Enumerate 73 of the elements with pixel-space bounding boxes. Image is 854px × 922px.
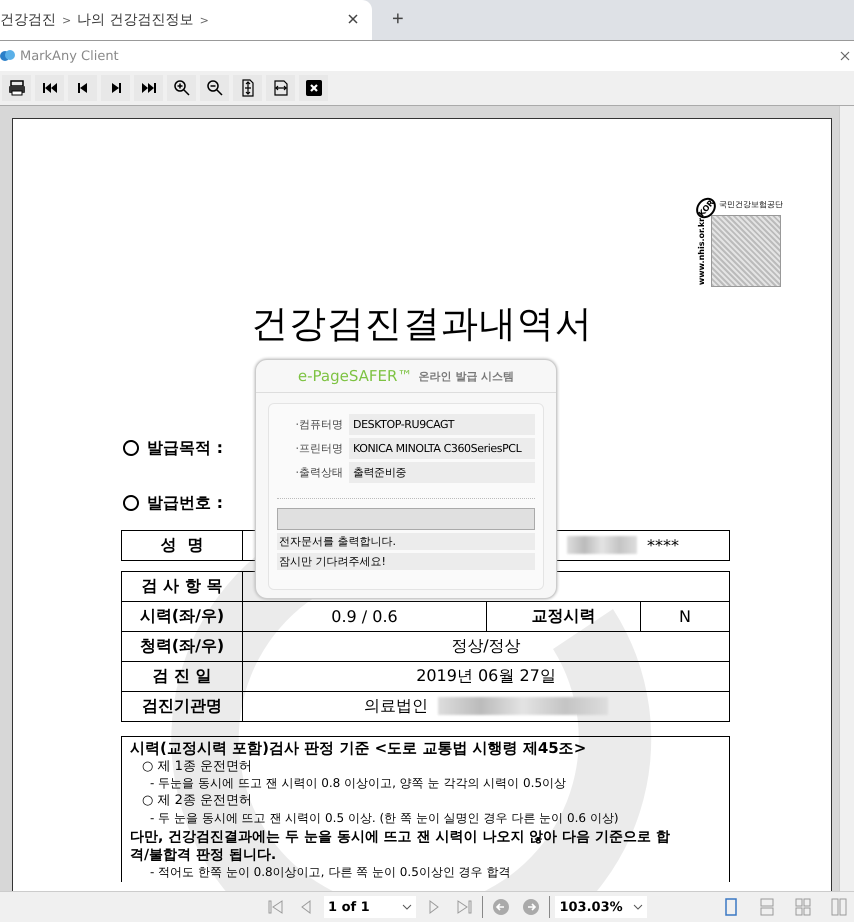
chevron-down-icon	[633, 904, 644, 910]
info-value: 출력준비중	[349, 462, 535, 483]
security-code-pattern	[711, 215, 781, 287]
page-layout-icon	[758, 898, 776, 916]
page-layout-icon	[830, 898, 848, 916]
zoom-out-icon	[206, 79, 224, 97]
table-cell: 0.9 / 0.6	[331, 606, 398, 626]
printer-icon	[8, 79, 26, 97]
last-page-icon	[454, 898, 473, 916]
table-header-cell: 시력(좌/우)	[122, 602, 243, 631]
next-page-button[interactable]	[101, 75, 130, 101]
criteria-text: - 적어도 한쪽 눈이 0.8이상이고, 다른 쪽 눈이 0.5이상인 경우 합격	[149, 864, 512, 880]
status-message: 잠시만 기다려주세요!	[277, 553, 535, 570]
table-cell: 2019년 06월 27일	[416, 666, 556, 687]
document-title: 건강검진결과내역서	[250, 303, 594, 346]
criteria-text: ○ 제 2종 운전면허	[141, 793, 254, 810]
info-value: KONICA MINOLTA C360SeriesPCL	[349, 438, 535, 459]
app-logo-icon	[0, 49, 16, 63]
vertical-scrollbar[interactable]	[839, 106, 854, 891]
circle-bullet-icon	[123, 440, 139, 456]
zoom-select[interactable]: 103.03%	[555, 896, 648, 918]
criteria-text: - 두눈을 동시에 뜨고 잰 시력이 0.8 이상이고, 양쪽 눈 각각의 시력이 0.5이상	[149, 776, 568, 792]
info-label: ·컴퓨터명	[294, 417, 343, 432]
fit-page-button[interactable]	[233, 75, 262, 101]
table-header-cell: 성 명	[122, 530, 243, 560]
zoom-in-icon	[172, 79, 190, 97]
table-cell: 정상/정상	[451, 636, 521, 657]
info-label: ·출력상태	[294, 465, 343, 480]
info-value: DESKTOP-RU9CAGT	[349, 414, 535, 435]
criteria-text: 다만, 건강검진결과에는 두 눈을 동시에 뜨고 잰 시력이 나오지 않아 다음 기준으로 합격/불합격 판정 됩니다.	[130, 828, 671, 864]
breadcrumb-separator: >	[62, 14, 72, 26]
zoom-in-button[interactable]	[167, 75, 196, 101]
breadcrumb-item: 건강검진	[0, 11, 56, 29]
criteria-heading: 시력(교정시력 포함)검사 판정 기준 <도로 교통법 시행령 제45조>	[130, 738, 588, 758]
first-page-icon	[267, 898, 285, 916]
table-cell: N	[679, 606, 691, 626]
criteria-text: - 두 눈을 동시에 뜨고 잰 시력이 0.5 이상. (한 쪽 눈이 실명인 경우 다른 눈이 0.6 이상)	[149, 810, 620, 827]
first-page-button[interactable]	[35, 75, 64, 101]
dialog-subtitle: 온라인 발급 시스템	[418, 368, 514, 384]
breadcrumb-separator: >	[200, 14, 209, 26]
table-header-cell: 검진기관명	[122, 692, 243, 721]
field-label: 발급번호 :	[147, 492, 223, 514]
printer-button[interactable]	[2, 75, 31, 101]
blurred-name	[567, 536, 637, 554]
status-message: 전자문서를 출력합니다.	[277, 533, 535, 550]
info-label: ·프린터명	[294, 441, 343, 456]
chevron-down-icon	[402, 904, 412, 910]
zoom-out-button[interactable]	[200, 75, 229, 101]
page-layout-icon	[794, 898, 812, 916]
previous-page-button[interactable]	[68, 75, 97, 101]
fit-width-button[interactable]	[266, 75, 295, 101]
close-icon	[348, 14, 358, 24]
table-header-cell: 검 진 일	[122, 662, 243, 691]
table-cell: ****	[647, 536, 679, 555]
stamp-org: 국민건강보험공단	[718, 199, 781, 211]
page-select[interactable]: 1 of 1	[324, 896, 416, 918]
last-page-button[interactable]	[134, 75, 163, 101]
table-header-cell: 청력(좌/우)	[122, 632, 243, 661]
new-tab-button[interactable]: +	[386, 4, 410, 34]
table-cell: 의료법인	[364, 696, 428, 717]
dialog-brand: e-PageSAFER™	[298, 367, 412, 385]
close-icon	[304, 79, 322, 97]
circle-bullet-icon	[123, 495, 139, 512]
table-header-cell: 교정시력	[487, 602, 641, 631]
table-header-cell: 검 사 항 목	[122, 572, 243, 601]
close-button[interactable]	[299, 75, 328, 101]
close-icon	[840, 50, 850, 60]
field-label: 발급목적 :	[147, 438, 223, 459]
breadcrumb-item: 나의 건강검진정보	[77, 11, 194, 29]
criteria-text: ○ 제 1종 운전면허	[141, 758, 254, 776]
browser-tab[interactable]: 건강검진 > 나의 건강검진정보 >	[0, 0, 372, 40]
window-title: MarkAny Client	[20, 48, 119, 64]
fit-width-icon	[272, 79, 290, 97]
